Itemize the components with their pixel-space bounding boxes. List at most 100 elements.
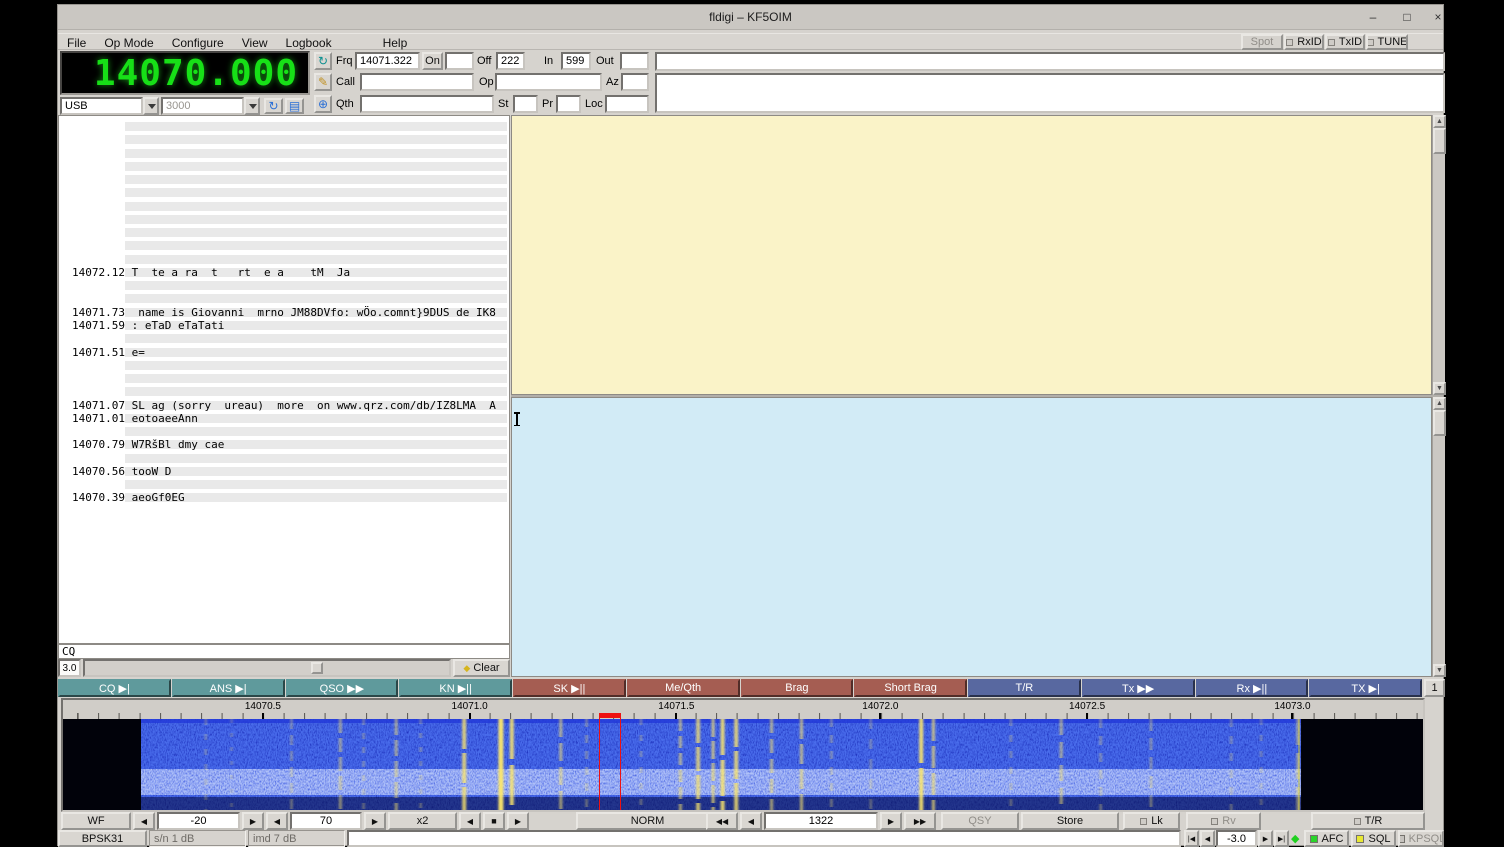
scroll-down-icon[interactable]: ▼ (1433, 382, 1446, 395)
txrx-toggle[interactable]: T/R (1311, 812, 1425, 830)
sideband-select[interactable]: USB (60, 97, 159, 115)
menu-op-mode[interactable]: Op Mode (95, 36, 162, 51)
browser-row[interactable] (59, 332, 509, 345)
menu-help[interactable]: Help (374, 36, 417, 51)
capture-call-button[interactable]: ✎ (314, 73, 332, 91)
browser-row[interactable]: 14071.73 name is Giovanni mrno JM88DVfo:… (59, 306, 509, 319)
carrier-fast-up-button[interactable]: ▶▶ (904, 812, 936, 830)
op-input[interactable] (495, 73, 602, 91)
browser-seek-line[interactable]: CQ (58, 644, 510, 659)
az-input[interactable] (621, 73, 649, 91)
browser-row[interactable] (59, 147, 509, 160)
browser-row[interactable] (59, 173, 509, 186)
loc-input[interactable] (605, 95, 649, 113)
macro-button-10[interactable]: Tx ▶▶ (1082, 679, 1195, 697)
bandwidth-select[interactable]: 3000 (161, 97, 260, 115)
browser-row[interactable] (59, 478, 509, 491)
maximize-button[interactable]: □ (1395, 8, 1419, 26)
browser-row[interactable]: 14070.79 W7RšBl dmy cae (59, 438, 509, 451)
call-input[interactable] (360, 73, 474, 91)
qth-input[interactable] (360, 95, 494, 113)
close-button[interactable]: × (1426, 8, 1450, 26)
macro-button-11[interactable]: Rx ▶|| (1196, 679, 1309, 697)
upper-signal-increase-button[interactable]: ▶ (364, 812, 386, 830)
wf-mode-button[interactable]: WF (61, 812, 131, 830)
zoom-button[interactable]: x2 (388, 812, 457, 830)
browser-row[interactable]: 14071.01 eotoaeeAnn (59, 412, 509, 425)
browser-row[interactable] (59, 279, 509, 292)
stop-button[interactable]: ■ (483, 812, 505, 830)
browser-row[interactable] (59, 186, 509, 199)
browser-row[interactable]: 14071.07 SL ag (sorry ureau) more on www… (59, 399, 509, 412)
carrier-up-button[interactable]: ▶ (880, 812, 902, 830)
kpsql-toggle[interactable]: KPSQL (1398, 830, 1444, 847)
txid-toggle[interactable]: TxID (1325, 34, 1365, 50)
macro-button-5[interactable]: SK ▶|| (513, 679, 626, 697)
restore-frequency-button[interactable]: ↻ (264, 98, 283, 114)
slider-thumb[interactable] (311, 662, 323, 674)
lock-toggle[interactable]: Lk (1123, 812, 1180, 830)
macro-button-4[interactable]: KN ▶|| (399, 679, 512, 697)
spot-button[interactable]: Spot (1241, 34, 1283, 50)
browser-row[interactable] (59, 160, 509, 173)
squelch-slider[interactable] (83, 659, 451, 677)
browser-row[interactable] (59, 292, 509, 305)
browser-row[interactable] (59, 226, 509, 239)
menu-file[interactable]: File (58, 36, 95, 51)
time-off-input[interactable] (496, 52, 525, 70)
minimize-button[interactable]: – (1361, 8, 1385, 26)
menu-view[interactable]: View (233, 36, 277, 51)
frequency-marker[interactable] (599, 713, 621, 810)
browser-row[interactable] (59, 385, 509, 398)
rx-scrollbar[interactable]: ▲ ▼ (1432, 115, 1445, 395)
macro-button-8[interactable]: Short Brag (854, 679, 967, 697)
macro-button-7[interactable]: Brag (741, 679, 854, 697)
afc-toggle[interactable]: AFC (1304, 830, 1349, 847)
browser-row[interactable]: 14071.59 : eTaD eTaTati (59, 319, 509, 332)
waterfall-display[interactable] (63, 719, 1423, 810)
scroll-right-button[interactable]: ▶ (507, 812, 529, 830)
macro-set-button[interactable]: 1 (1424, 679, 1445, 697)
browser-row[interactable] (59, 359, 509, 372)
browser-row[interactable]: 14071.51 e= (59, 346, 509, 359)
scroll-down-icon[interactable]: ▼ (1433, 664, 1446, 677)
offset-min-button[interactable]: |◀ (1184, 830, 1199, 847)
scroll-up-icon[interactable]: ▲ (1433, 397, 1446, 410)
browser-row[interactable] (59, 253, 509, 266)
lower-signal-increase-button[interactable]: ▶ (242, 812, 264, 830)
browser-row[interactable] (59, 120, 509, 133)
browser-row[interactable] (59, 200, 509, 213)
tune-button[interactable]: TUNE (1366, 34, 1408, 50)
tx-scroll-thumb[interactable] (1433, 410, 1446, 436)
wf-speed-button[interactable]: NORM (576, 812, 719, 830)
qrz-lookup-button[interactable]: ⊕ (314, 95, 332, 113)
lower-signal-decrease-button[interactable]: ◀ (133, 812, 155, 830)
menu-logbook[interactable]: Logbook (277, 36, 341, 51)
browser-row[interactable]: 14072.12 T te a ra t rt e a tM Ja (59, 266, 509, 279)
reverse-toggle[interactable]: Rv (1186, 812, 1261, 830)
frequency-list-button[interactable]: ▤ (285, 98, 304, 114)
carrier-down-button[interactable]: ◀ (740, 812, 762, 830)
menu-configure[interactable]: Configure (163, 36, 233, 51)
browser-row[interactable] (59, 452, 509, 465)
rxid-toggle[interactable]: RxID (1284, 34, 1324, 50)
notes-input-1[interactable] (655, 52, 1445, 71)
browser-row[interactable] (59, 372, 509, 385)
signal-browser[interactable]: 14072.12 T te a ra t rt e a tM Ja 14071.7… (58, 115, 510, 644)
on-button[interactable]: On (422, 52, 443, 70)
qsy-button[interactable]: QSY (941, 812, 1019, 830)
rst-in-input[interactable] (561, 52, 591, 70)
macro-button-12[interactable]: TX ▶| (1309, 679, 1422, 697)
offset-down-button[interactable]: ◀ (1200, 830, 1215, 847)
browser-row[interactable] (59, 213, 509, 226)
carrier-fast-down-button[interactable]: ◀◀ (706, 812, 738, 830)
clear-browser-button[interactable]: ◆ Clear (453, 659, 510, 677)
macro-button-3[interactable]: QSO ▶▶ (286, 679, 399, 697)
macro-button-2[interactable]: ANS ▶| (172, 679, 285, 697)
macro-button-1[interactable]: CQ ▶| (58, 679, 171, 697)
scroll-left-button[interactable]: ◀ (459, 812, 481, 830)
pr-input[interactable] (556, 95, 581, 113)
macro-button-6[interactable]: Me/Qth (627, 679, 740, 697)
mode-selector-button[interactable]: BPSK31 (58, 830, 147, 847)
frequency-display[interactable]: 14070.000 (60, 51, 310, 95)
